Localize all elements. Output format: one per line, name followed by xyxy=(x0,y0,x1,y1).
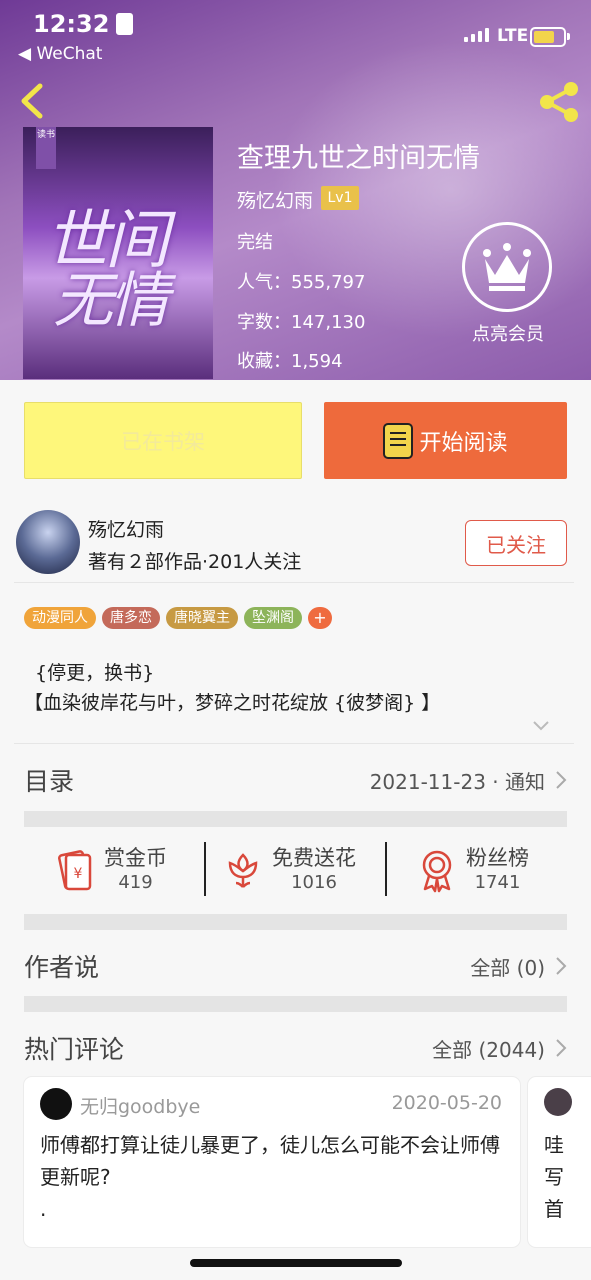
avatar[interactable] xyxy=(40,1088,72,1120)
start-reading-button[interactable]: 开始阅读 xyxy=(324,402,567,479)
author-name: 殇忆幻雨 xyxy=(88,519,165,541)
on-shelf-button[interactable]: 已在书架 xyxy=(24,402,302,479)
reward-coins[interactable]: ¥ 赏金币 419 xyxy=(52,832,167,908)
comment-text: 师傅都打算让徒儿暴更了，徒儿怎么可能不会让师傅更新呢? . xyxy=(40,1129,510,1225)
fan-ranking[interactable]: 粉丝榜 1741 xyxy=(414,832,529,908)
description-line-2: 【血染彼岸花与叶，梦碎之时花绽放 {彼梦阁} 】 xyxy=(24,692,441,714)
flowers-label: 免费送花 xyxy=(272,846,356,870)
tag-pill[interactable]: 唐晓翼主 xyxy=(166,607,238,629)
free-flowers[interactable]: 免费送花 1016 xyxy=(220,832,356,908)
battery-icon xyxy=(530,27,570,47)
hot-comments-row[interactable]: 热门评论 全部 (2044) xyxy=(24,1022,567,1072)
author-says-row[interactable]: 作者说 全部 (0) xyxy=(24,940,567,990)
tag-pill[interactable]: 坠渊阁 xyxy=(244,607,302,629)
share-icon[interactable] xyxy=(535,78,583,126)
avatar[interactable] xyxy=(544,1088,572,1116)
author-card[interactable]: 殇忆幻雨 著有２部作品·201人关注 已关注 xyxy=(0,505,591,585)
back-to-wechat[interactable]: ◀ WeChat xyxy=(18,44,102,64)
follow-button[interactable]: 已关注 xyxy=(465,520,567,566)
svg-text:¥: ¥ xyxy=(74,866,83,882)
book-header: 12:32 ◀ WeChat LTE 读书 世间 无情 查理九世之时间无情 殇忆… xyxy=(0,0,591,380)
fans-label: 粉丝榜 xyxy=(466,846,529,870)
more-tags-button[interactable]: + xyxy=(308,607,332,629)
start-reading-label: 开始阅读 xyxy=(419,430,508,456)
book-favorites: 收藏：1,594 xyxy=(237,351,343,372)
avatar[interactable] xyxy=(16,510,80,574)
book-status: 完结 xyxy=(237,232,273,253)
divider xyxy=(14,743,574,744)
tag-list: 动漫同人 唐多恋 唐晓翼主 坠渊阁 + xyxy=(24,607,332,629)
network-type: LTE xyxy=(497,26,529,46)
description-line-1: {停更，换书} xyxy=(35,662,155,684)
back-arrow-icon[interactable] xyxy=(14,80,50,122)
author-level-badge: Lv1 xyxy=(321,186,359,210)
hot-comments-count: 全部 (2044) xyxy=(432,1038,545,1062)
book-popularity: 人气：555,797 xyxy=(237,272,366,293)
author-info: 著有２部作品·201人关注 xyxy=(88,551,302,573)
catalog-row[interactable]: 目录 2021-11-23 · 通知 xyxy=(24,754,567,804)
chevron-right-icon xyxy=(556,771,567,789)
flower-icon xyxy=(228,853,258,888)
status-time: 12:32 xyxy=(33,10,134,38)
catalog-latest: 2021-11-23 · 通知 xyxy=(369,770,545,794)
support-stats: ¥ 赏金币 419 免费送花 1016 粉丝榜 1741 xyxy=(24,832,567,912)
tag-pill[interactable]: 动漫同人 xyxy=(24,607,96,629)
divider xyxy=(204,842,206,896)
comment-user[interactable]: 无归goodbye xyxy=(80,1092,200,1119)
section-separator xyxy=(24,914,567,930)
book-author[interactable]: 殇忆幻雨 xyxy=(237,186,313,213)
chevron-right-icon xyxy=(556,1039,567,1057)
red-envelope-icon: ¥ xyxy=(58,850,92,891)
tag-pill[interactable]: 唐多恋 xyxy=(102,607,160,629)
author-says-count: 全部 (0) xyxy=(470,956,545,980)
home-indicator[interactable] xyxy=(190,1259,402,1267)
comment-line: 写 xyxy=(544,1165,564,1189)
reward-count: 419 xyxy=(118,872,153,893)
hot-comments-label: 热门评论 xyxy=(24,1035,125,1064)
section-separator xyxy=(24,996,567,1012)
signal-icon xyxy=(464,28,489,42)
author-says-label: 作者说 xyxy=(24,953,100,982)
section-separator xyxy=(24,811,567,827)
comment-date: 2020-05-20 xyxy=(391,1092,502,1114)
id-card-icon xyxy=(116,13,134,35)
comment-body: 师傅都打算让徒儿暴更了，徒儿怎么可能不会让师傅更新呢? xyxy=(40,1133,500,1189)
comment-line: 首 xyxy=(544,1197,564,1221)
reward-label: 赏金币 xyxy=(104,846,167,870)
book-cover[interactable]: 读书 世间 无情 xyxy=(23,127,213,379)
medal-icon xyxy=(422,850,452,893)
comment-text: 哇 写 首 xyxy=(544,1129,564,1225)
crown-icon xyxy=(483,243,531,291)
divider xyxy=(385,842,387,896)
divider xyxy=(14,582,574,583)
flowers-count: 1016 xyxy=(291,872,337,893)
vip-label[interactable]: 点亮会员 xyxy=(462,320,554,346)
book-word-count: 字数：147,130 xyxy=(237,312,366,333)
book-icon xyxy=(383,422,414,459)
chevron-right-icon xyxy=(556,957,567,975)
cover-title-2: 无情 xyxy=(53,266,169,336)
book-title: 查理九世之时间无情 xyxy=(237,143,480,174)
comment-card[interactable]: 哇 写 首 xyxy=(528,1077,591,1247)
cover-tag: 读书 xyxy=(36,127,56,169)
chevron-down-icon[interactable] xyxy=(532,718,550,732)
status-bar: 12:32 ◀ WeChat LTE xyxy=(0,0,591,70)
comment-line: 哇 xyxy=(544,1133,564,1157)
time-text: 12:32 xyxy=(33,10,110,38)
fans-count: 1741 xyxy=(474,872,521,893)
comment-card[interactable]: 无归goodbye 2020-05-20 师傅都打算让徒儿暴更了，徒儿怎么可能不… xyxy=(24,1077,520,1247)
comment-extra: . xyxy=(40,1197,47,1221)
vip-crown-button[interactable] xyxy=(462,222,552,312)
catalog-label: 目录 xyxy=(24,767,75,796)
